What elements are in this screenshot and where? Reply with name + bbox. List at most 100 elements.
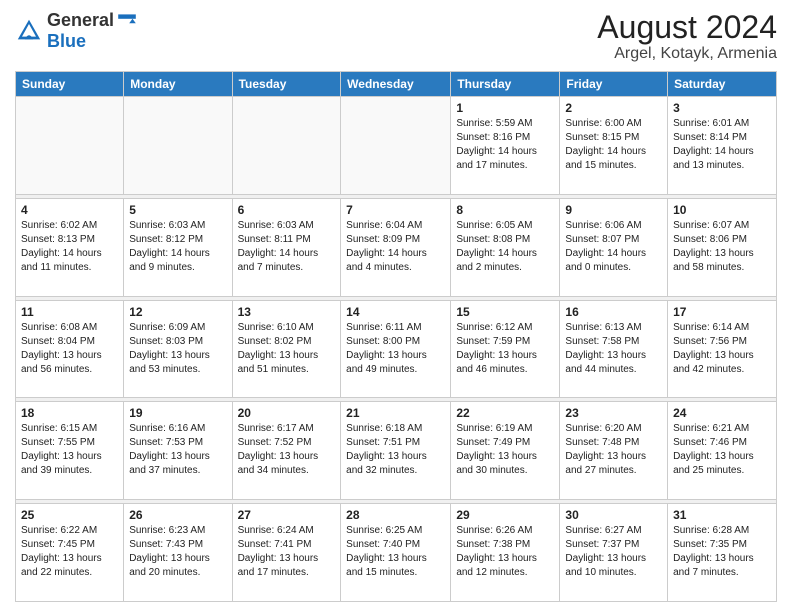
calendar-cell: [124, 97, 232, 195]
day-number: 25: [21, 508, 118, 522]
calendar-cell: 28 Sunrise: 6:25 AM Sunset: 7:40 PM Dayli…: [341, 504, 451, 602]
day-info: Sunrise: 6:26 AM Sunset: 7:38 PM Dayligh…: [456, 524, 554, 580]
day-info: Sunrise: 6:00 AM Sunset: 8:15 PM Dayligh…: [565, 117, 662, 173]
day-info: Sunrise: 6:24 AM Sunset: 7:41 PM Dayligh…: [238, 524, 336, 580]
calendar-cell: 27 Sunrise: 6:24 AM Sunset: 7:41 PM Dayli…: [232, 504, 341, 602]
calendar-cell: 18 Sunrise: 6:15 AM Sunset: 7:55 PM Dayli…: [16, 402, 124, 500]
calendar-cell: 23Sunrise: 6:20 AM Sunset: 7:48 PM Dayli…: [560, 402, 668, 500]
calendar-week-row: 11Sunrise: 6:08 AM Sunset: 8:04 PM Dayli…: [16, 300, 777, 398]
day-number: 17: [673, 305, 771, 319]
logo: General Blue: [15, 10, 138, 52]
day-info: Sunrise: 6:03 AM Sunset: 8:11 PM Dayligh…: [238, 219, 336, 275]
calendar-week-row: 25 Sunrise: 6:22 AM Sunset: 7:45 PM Dayli…: [16, 504, 777, 602]
calendar-cell: [341, 97, 451, 195]
calendar-cell: 15Sunrise: 6:12 AM Sunset: 7:59 PM Dayli…: [451, 300, 560, 398]
weekday-header-friday: Friday: [560, 72, 668, 97]
calendar-cell: 8 Sunrise: 6:05 AM Sunset: 8:08 PM Daylig…: [451, 198, 560, 296]
weekday-header-saturday: Saturday: [668, 72, 777, 97]
calendar-cell: 19Sunrise: 6:16 AM Sunset: 7:53 PM Dayli…: [124, 402, 232, 500]
day-number: 18: [21, 406, 118, 420]
day-info: Sunrise: 6:19 AM Sunset: 7:49 PM Dayligh…: [456, 422, 554, 478]
day-info: Sunrise: 6:03 AM Sunset: 8:12 PM Dayligh…: [129, 219, 226, 275]
day-info: Sunrise: 6:18 AM Sunset: 7:51 PM Dayligh…: [346, 422, 445, 478]
day-info: Sunrise: 6:09 AM Sunset: 8:03 PM Dayligh…: [129, 321, 226, 377]
calendar-cell: 22 Sunrise: 6:19 AM Sunset: 7:49 PM Dayli…: [451, 402, 560, 500]
calendar-cell: 24 Sunrise: 6:21 AM Sunset: 7:46 PM Dayli…: [668, 402, 777, 500]
day-number: 31: [673, 508, 771, 522]
day-info: Sunrise: 6:05 AM Sunset: 8:08 PM Dayligh…: [456, 219, 554, 275]
page: General Blue August 2024 Argel, Kotayk, …: [0, 0, 792, 612]
calendar-cell: [232, 97, 341, 195]
calendar-cell: [16, 97, 124, 195]
calendar-cell: 21 Sunrise: 6:18 AM Sunset: 7:51 PM Dayli…: [341, 402, 451, 500]
day-info: Sunrise: 6:10 AM Sunset: 8:02 PM Dayligh…: [238, 321, 336, 377]
day-info: Sunrise: 6:06 AM Sunset: 8:07 PM Dayligh…: [565, 219, 662, 275]
calendar-cell: 3Sunrise: 6:01 AM Sunset: 8:14 PM Daylig…: [668, 97, 777, 195]
day-number: 10: [673, 203, 771, 217]
day-number: 8: [456, 203, 554, 217]
day-number: 15: [456, 305, 554, 319]
header: General Blue August 2024 Argel, Kotayk, …: [15, 10, 777, 63]
weekday-header-thursday: Thursday: [451, 72, 560, 97]
calendar-cell: 17 Sunrise: 6:14 AM Sunset: 7:56 PM Dayli…: [668, 300, 777, 398]
day-number: 3: [673, 101, 771, 115]
day-info: Sunrise: 6:04 AM Sunset: 8:09 PM Dayligh…: [346, 219, 445, 275]
calendar-week-row: 18 Sunrise: 6:15 AM Sunset: 7:55 PM Dayli…: [16, 402, 777, 500]
calendar-cell: 30Sunrise: 6:27 AM Sunset: 7:37 PM Dayli…: [560, 504, 668, 602]
calendar-cell: 1Sunrise: 5:59 AM Sunset: 8:16 PM Daylig…: [451, 97, 560, 195]
logo-general: General: [47, 10, 138, 32]
calendar-cell: 4Sunrise: 6:02 AM Sunset: 8:13 PM Daylig…: [16, 198, 124, 296]
title-block: August 2024 Argel, Kotayk, Armenia: [597, 10, 777, 63]
calendar-cell: 20Sunrise: 6:17 AM Sunset: 7:52 PM Dayli…: [232, 402, 341, 500]
day-number: 9: [565, 203, 662, 217]
day-number: 21: [346, 406, 445, 420]
calendar-week-row: 4Sunrise: 6:02 AM Sunset: 8:13 PM Daylig…: [16, 198, 777, 296]
subtitle: Argel, Kotayk, Armenia: [597, 45, 777, 63]
day-info: Sunrise: 6:25 AM Sunset: 7:40 PM Dayligh…: [346, 524, 445, 580]
day-info: Sunrise: 6:15 AM Sunset: 7:55 PM Dayligh…: [21, 422, 118, 478]
day-info: Sunrise: 6:27 AM Sunset: 7:37 PM Dayligh…: [565, 524, 662, 580]
day-info: Sunrise: 6:07 AM Sunset: 8:06 PM Dayligh…: [673, 219, 771, 275]
calendar-cell: 16 Sunrise: 6:13 AM Sunset: 7:58 PM Dayli…: [560, 300, 668, 398]
calendar-week-row: 1Sunrise: 5:59 AM Sunset: 8:16 PM Daylig…: [16, 97, 777, 195]
day-info: Sunrise: 6:21 AM Sunset: 7:46 PM Dayligh…: [673, 422, 771, 478]
day-info: Sunrise: 6:13 AM Sunset: 7:58 PM Dayligh…: [565, 321, 662, 377]
day-number: 27: [238, 508, 336, 522]
calendar-cell: 6 Sunrise: 6:03 AM Sunset: 8:11 PM Daylig…: [232, 198, 341, 296]
day-number: 16: [565, 305, 662, 319]
day-info: Sunrise: 6:14 AM Sunset: 7:56 PM Dayligh…: [673, 321, 771, 377]
calendar-cell: 29 Sunrise: 6:26 AM Sunset: 7:38 PM Dayli…: [451, 504, 560, 602]
day-info: Sunrise: 6:11 AM Sunset: 8:00 PM Dayligh…: [346, 321, 445, 377]
weekday-header-tuesday: Tuesday: [232, 72, 341, 97]
logo-icon: [15, 17, 43, 45]
calendar-cell: 26 Sunrise: 6:23 AM Sunset: 7:43 PM Dayli…: [124, 504, 232, 602]
day-number: 6: [238, 203, 336, 217]
calendar-cell: 7Sunrise: 6:04 AM Sunset: 8:09 PM Daylig…: [341, 198, 451, 296]
calendar-cell: 31Sunrise: 6:28 AM Sunset: 7:35 PM Dayli…: [668, 504, 777, 602]
weekday-header-sunday: Sunday: [16, 72, 124, 97]
day-number: 11: [21, 305, 118, 319]
weekday-header-wednesday: Wednesday: [341, 72, 451, 97]
weekday-header-monday: Monday: [124, 72, 232, 97]
day-number: 4: [21, 203, 118, 217]
day-info: Sunrise: 6:23 AM Sunset: 7:43 PM Dayligh…: [129, 524, 226, 580]
day-info: Sunrise: 6:20 AM Sunset: 7:48 PM Dayligh…: [565, 422, 662, 478]
day-number: 29: [456, 508, 554, 522]
day-number: 22: [456, 406, 554, 420]
day-number: 28: [346, 508, 445, 522]
day-info: Sunrise: 6:17 AM Sunset: 7:52 PM Dayligh…: [238, 422, 336, 478]
calendar-cell: 25 Sunrise: 6:22 AM Sunset: 7:45 PM Dayli…: [16, 504, 124, 602]
logo-text-block: General Blue: [47, 10, 138, 52]
main-title: August 2024: [597, 10, 777, 45]
calendar-header-row: SundayMondayTuesdayWednesdayThursdayFrid…: [16, 72, 777, 97]
day-info: Sunrise: 6:22 AM Sunset: 7:45 PM Dayligh…: [21, 524, 118, 580]
day-info: Sunrise: 5:59 AM Sunset: 8:16 PM Dayligh…: [456, 117, 554, 173]
day-number: 24: [673, 406, 771, 420]
calendar-cell: 14Sunrise: 6:11 AM Sunset: 8:00 PM Dayli…: [341, 300, 451, 398]
calendar-cell: 5Sunrise: 6:03 AM Sunset: 8:12 PM Daylig…: [124, 198, 232, 296]
day-number: 19: [129, 406, 226, 420]
calendar-table: SundayMondayTuesdayWednesdayThursdayFrid…: [15, 71, 777, 602]
calendar-cell: 12Sunrise: 6:09 AM Sunset: 8:03 PM Dayli…: [124, 300, 232, 398]
day-number: 26: [129, 508, 226, 522]
calendar-cell: 2Sunrise: 6:00 AM Sunset: 8:15 PM Daylig…: [560, 97, 668, 195]
